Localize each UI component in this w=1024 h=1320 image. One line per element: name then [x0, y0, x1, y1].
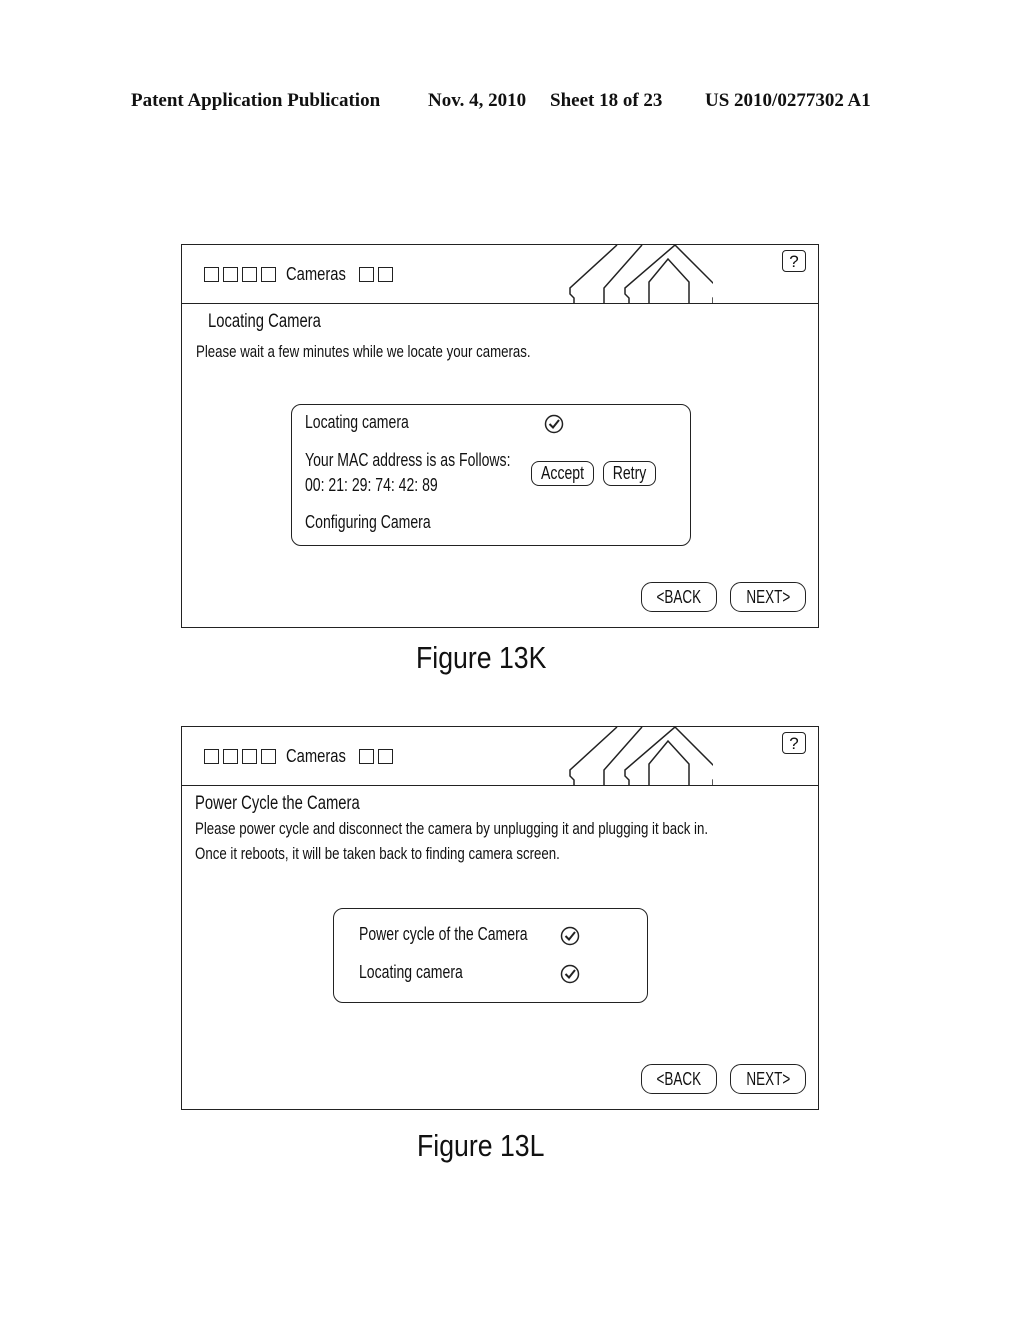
- retry-button[interactable]: Retry: [603, 461, 656, 486]
- back-button[interactable]: <BACK: [641, 582, 717, 612]
- placeholder-box: [261, 267, 276, 282]
- placeholder-box: [204, 749, 219, 764]
- house-logo-icon: [569, 245, 713, 303]
- back-label: <BACK: [656, 1069, 702, 1089]
- step-configuring-camera: Configuring Camera: [305, 512, 431, 532]
- instructions-line: Please power cycle and disconnect the ca…: [195, 819, 709, 838]
- check-circle-icon: [560, 926, 580, 946]
- help-button[interactable]: ?: [782, 732, 806, 754]
- placeholder-box: [378, 749, 394, 764]
- mac-address-value: 00: 21: 29: 74: 42: 89: [305, 475, 438, 495]
- page-heading: Locating Camera: [208, 311, 321, 332]
- step-locating-camera: Locating camera: [359, 962, 463, 982]
- placeholder-box: [242, 749, 257, 764]
- help-button[interactable]: ?: [782, 250, 806, 272]
- title-bar: Cameras: [182, 245, 818, 304]
- app-title: Cameras: [286, 746, 346, 766]
- placeholder-box: [223, 749, 238, 764]
- placeholder-box: [223, 267, 238, 282]
- next-button[interactable]: NEXT>: [730, 1064, 806, 1094]
- status-panel: Power cycle of the Camera Locating camer…: [333, 908, 648, 1003]
- accept-button[interactable]: Accept: [531, 461, 594, 486]
- check-circle-icon: [560, 964, 580, 984]
- accept-label: Accept: [541, 463, 584, 483]
- check-circle-icon: [544, 414, 564, 434]
- mac-address-prompt: Your MAC address is as Follows:: [305, 450, 511, 470]
- placeholder-box: [359, 749, 375, 764]
- instructions-line: Once it reboots, it will be taken back t…: [195, 844, 560, 863]
- publication-label: Patent Application Publication: [131, 90, 381, 111]
- figure-13l-window: Cameras ? Power Cycle the Camera Please …: [181, 726, 819, 1110]
- next-button[interactable]: NEXT>: [730, 582, 806, 612]
- house-logo-icon: [569, 727, 713, 785]
- figure-caption: Figure 13K: [416, 640, 547, 675]
- publication-date: Nov. 4, 2010: [428, 90, 527, 111]
- patent-number: US 2010/0277302 A1: [705, 90, 871, 111]
- title-placeholders: Cameras: [204, 264, 394, 285]
- placeholder-box: [204, 267, 219, 282]
- title-placeholders: Cameras: [204, 746, 394, 767]
- figure-caption: Figure 13L: [417, 1128, 545, 1163]
- placeholder-box: [242, 267, 257, 282]
- sheet-number: Sheet 18 of 23: [550, 90, 663, 111]
- status-panel: Locating camera Your MAC address is as F…: [291, 404, 691, 546]
- placeholder-box: [378, 267, 394, 282]
- back-label: <BACK: [656, 587, 702, 607]
- figure-13k-window: Cameras ? Locating Camera Please wait a …: [181, 244, 819, 628]
- step-power-cycle: Power cycle of the Camera: [359, 924, 528, 944]
- placeholder-box: [359, 267, 375, 282]
- app-title: Cameras: [286, 264, 346, 284]
- page-heading: Power Cycle the Camera: [195, 793, 360, 814]
- title-bar: Cameras: [182, 727, 818, 786]
- next-label: NEXT>: [746, 587, 790, 607]
- next-label: NEXT>: [746, 1069, 790, 1089]
- retry-label: Retry: [612, 463, 647, 483]
- instructions-line: Please wait a few minutes while we locat…: [196, 342, 531, 361]
- back-button[interactable]: <BACK: [641, 1064, 717, 1094]
- placeholder-box: [261, 749, 276, 764]
- step-locating-camera: Locating camera: [305, 412, 409, 432]
